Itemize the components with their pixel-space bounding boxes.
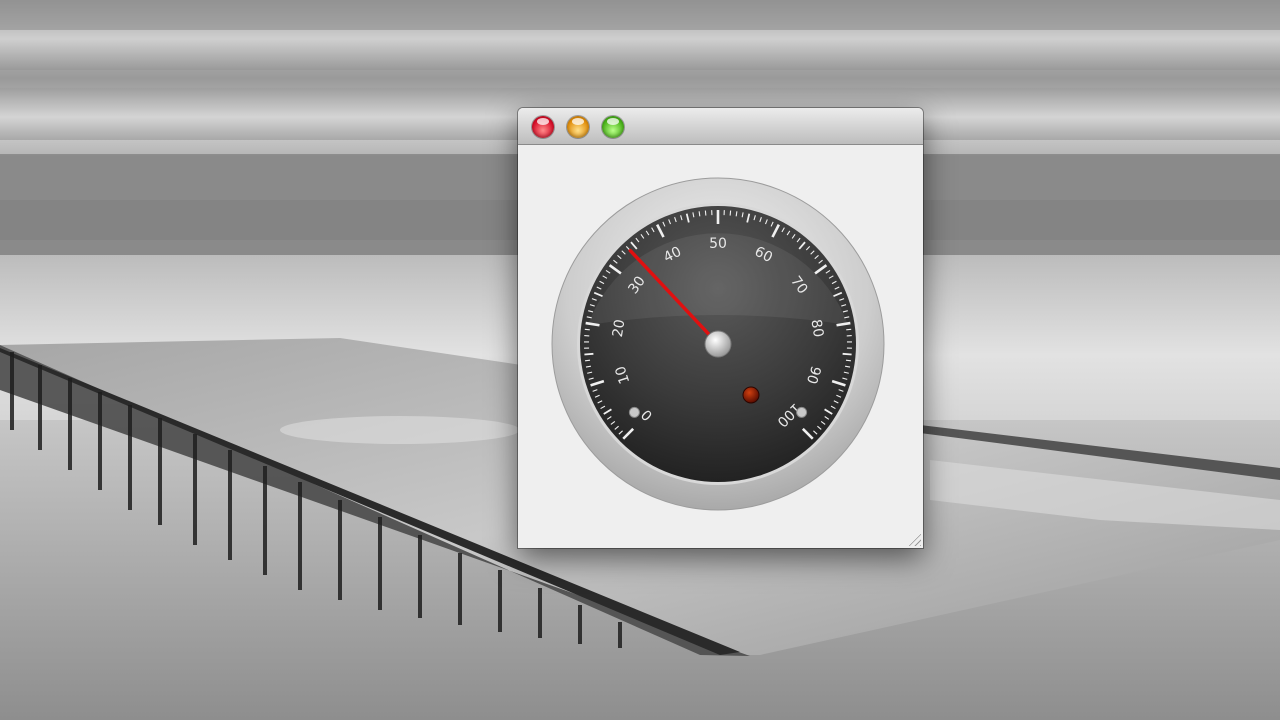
minor-tick xyxy=(735,211,738,217)
title-bar[interactable] xyxy=(518,108,923,145)
minor-tick xyxy=(842,352,852,356)
minor-tick xyxy=(584,352,594,356)
tick-label-50: 50 xyxy=(709,236,727,252)
speedometer-gauge: 010203040 50 60708090100 xyxy=(551,177,885,511)
gauge-window: 0 10 20 30 40 50 60 70 80 90 100 xyxy=(518,108,923,548)
zero-stop-pin xyxy=(628,406,640,418)
minor-tick xyxy=(584,359,591,362)
tick-label-80: 80 xyxy=(807,318,826,338)
minimize-button[interactable] xyxy=(567,116,589,138)
needle-hub xyxy=(704,330,732,358)
zoom-button[interactable] xyxy=(602,116,624,138)
minor-tick xyxy=(846,328,852,331)
max-stop-pin xyxy=(796,406,808,418)
tick-label-20: 20 xyxy=(610,318,629,338)
minor-tick xyxy=(698,211,701,217)
minor-tick xyxy=(845,359,852,362)
minor-tick xyxy=(584,328,590,331)
warning-indicator-light xyxy=(742,386,760,404)
close-button[interactable] xyxy=(532,116,554,138)
